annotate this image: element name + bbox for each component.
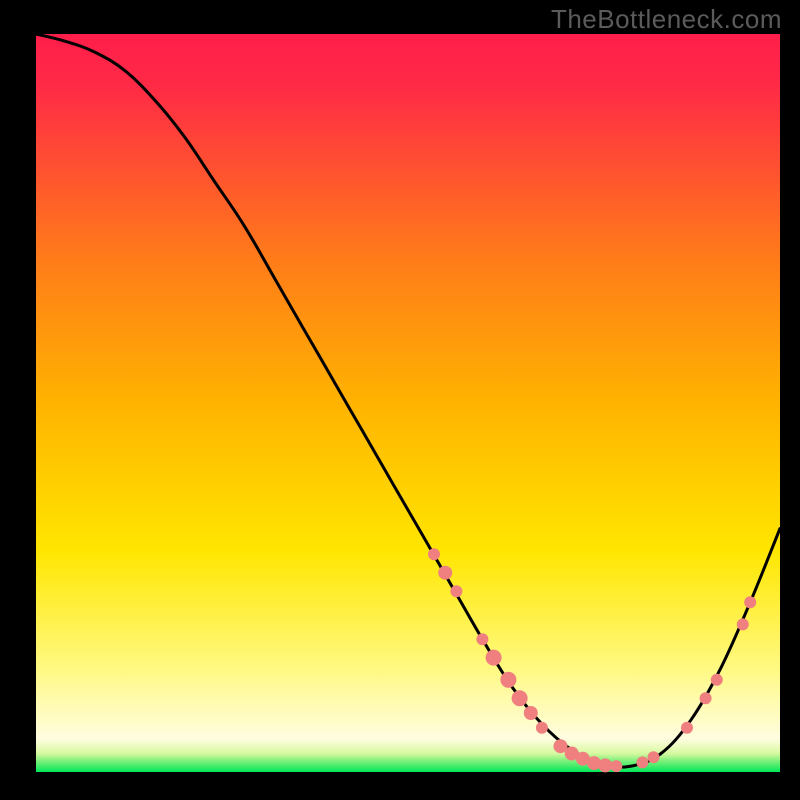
data-point: [737, 618, 749, 630]
data-point: [524, 706, 538, 720]
data-point: [636, 756, 648, 768]
chart-svg: [0, 0, 800, 800]
watermark-text: TheBottleneck.com: [551, 4, 782, 35]
data-point: [598, 758, 612, 772]
data-point: [500, 672, 516, 688]
chart-container: TheBottleneck.com: [0, 0, 800, 800]
data-point: [438, 566, 452, 580]
data-point: [476, 633, 488, 645]
data-point: [648, 751, 660, 763]
data-point: [700, 692, 712, 704]
data-point: [610, 760, 622, 772]
data-point: [512, 690, 528, 706]
data-point: [536, 722, 548, 734]
data-point: [744, 596, 756, 608]
plot-gradient: [36, 34, 780, 772]
data-point: [428, 548, 440, 560]
data-point: [486, 650, 502, 666]
data-point: [711, 674, 723, 686]
data-point: [681, 722, 693, 734]
data-point: [450, 585, 462, 597]
